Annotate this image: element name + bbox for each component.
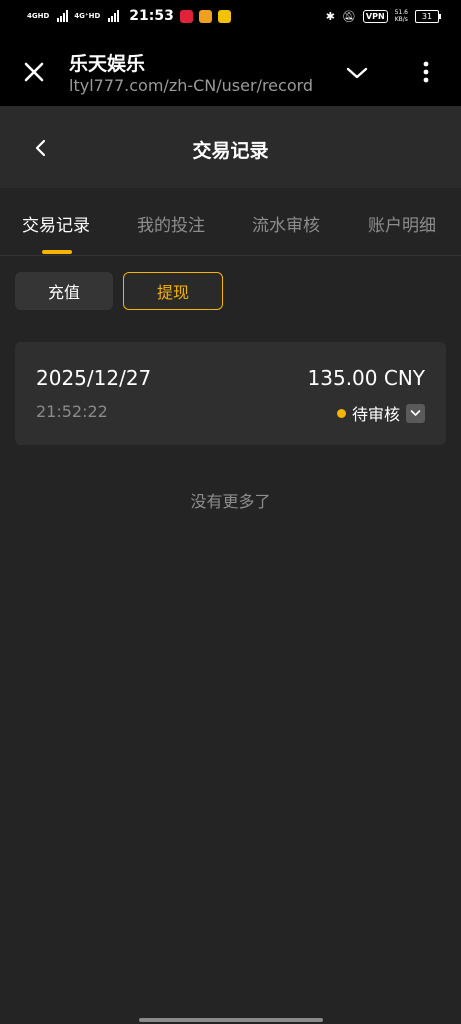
app-notification-icon-3 bbox=[217, 9, 231, 23]
page-title: 交易记录 bbox=[192, 140, 269, 162]
tab-bar: 交易记录 我的投注 流水审核 账户明细 bbox=[0, 188, 461, 256]
home-indicator[interactable] bbox=[139, 1018, 323, 1022]
no-more-text: 没有更多了 bbox=[190, 492, 271, 511]
status-dot-icon bbox=[336, 408, 346, 418]
battery-icon: 31 bbox=[415, 9, 441, 23]
expand-toggle[interactable] bbox=[406, 403, 425, 423]
record-time: 21:52:22 bbox=[36, 402, 108, 421]
site-title: 乐天娱乐 bbox=[69, 53, 146, 75]
page-header: 交易记录 bbox=[0, 106, 461, 188]
clock: 21:53 bbox=[129, 8, 174, 24]
vpn-badge: VPN bbox=[362, 9, 388, 23]
site-url[interactable]: ltyl777.com/zh-CN/user/record bbox=[69, 76, 313, 95]
tab-account-details[interactable]: 账户明细 bbox=[368, 211, 436, 236]
signal-icon-1 bbox=[57, 10, 69, 22]
network-indicator-1: 4GHD bbox=[27, 12, 50, 20]
status-bar: 4GHD 4G⁺HD 21:53 ✱ 🔕︎ VPN 51.6 KB/s 31 bbox=[0, 0, 461, 36]
bluetooth-icon: ✱ bbox=[325, 9, 335, 23]
chevron-down-icon[interactable] bbox=[345, 64, 369, 82]
kebab-menu-icon[interactable] bbox=[418, 60, 434, 84]
signal-icon-2 bbox=[108, 10, 120, 22]
record-status: 待审核 bbox=[336, 401, 425, 425]
network-indicator-2: 4G⁺HD bbox=[74, 12, 101, 20]
tab-turnover-review[interactable]: 流水审核 bbox=[252, 211, 320, 236]
chevron-down-icon bbox=[410, 410, 421, 416]
tab-transaction-records[interactable]: 交易记录 bbox=[22, 211, 90, 236]
deposit-filter-button[interactable]: 充值 bbox=[15, 272, 113, 310]
app-notification-icon-2 bbox=[198, 9, 212, 23]
app-notification-icon-1 bbox=[179, 9, 193, 23]
withdraw-filter-button[interactable]: 提现 bbox=[123, 272, 223, 310]
record-date: 2025/12/27 bbox=[36, 366, 152, 390]
browser-toolbar: 乐天娱乐 ltyl777.com/zh-CN/user/record bbox=[0, 36, 461, 106]
mute-icon: 🔕︎ bbox=[341, 9, 356, 23]
active-tab-indicator bbox=[42, 250, 72, 254]
tab-my-bets[interactable]: 我的投注 bbox=[137, 211, 205, 236]
record-amount: 135.00 CNY bbox=[307, 366, 425, 390]
record-card[interactable]: 2025/12/27 21:52:22 135.00 CNY 待审核 bbox=[15, 342, 446, 445]
network-speed: 51.6 KB/s bbox=[394, 9, 408, 23]
close-icon[interactable] bbox=[22, 60, 46, 84]
status-label: 待审核 bbox=[351, 405, 400, 424]
